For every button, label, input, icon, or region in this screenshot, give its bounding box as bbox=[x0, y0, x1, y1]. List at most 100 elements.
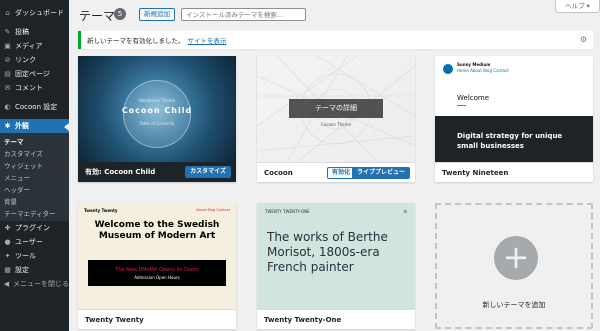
live-preview-button[interactable]: ライブプレビュー bbox=[351, 167, 410, 179]
menu-label: 設定 bbox=[15, 266, 29, 274]
screenshot-heading: Digital strategy for unique small busine… bbox=[457, 132, 563, 150]
view-site-link[interactable]: サイトを表示 bbox=[188, 35, 227, 45]
link-icon: ⊘ bbox=[4, 56, 11, 64]
collapse-menu-button[interactable]: ◀ メニューを閉じる bbox=[0, 277, 69, 291]
comment-icon: ✉ bbox=[4, 84, 11, 92]
theme-name: 有効: Cocoon Child bbox=[85, 168, 156, 176]
submenu-theme-editor[interactable]: テーマエディター bbox=[0, 207, 69, 219]
theme-name: Cocoon bbox=[264, 168, 293, 177]
dashboard-icon: ⌂ bbox=[5, 9, 10, 17]
menu-appearance[interactable]: ✱ 外観 bbox=[0, 119, 69, 133]
menu-label: メディア bbox=[15, 42, 43, 50]
add-new-theme-label: 新しいテーマを追加 bbox=[482, 301, 546, 309]
screenshot-nav: About Blog Contact bbox=[196, 208, 230, 212]
add-new-button[interactable]: 新規追加 bbox=[139, 8, 175, 21]
theme-screenshot[interactable]: TWENTY TWENTY-ONE ☰ The works of Berthe … bbox=[257, 203, 415, 309]
theme-screenshot[interactable]: テーマの詳細 Cocoon Theme bbox=[257, 56, 415, 162]
menu-label: メニューを閉じる bbox=[13, 280, 69, 288]
menu-dashboard[interactable]: ⌂ ダッシュボード bbox=[0, 6, 69, 20]
menu-label: ダッシュボード bbox=[15, 9, 64, 17]
screenshot-subtitle: Table of Contents bbox=[139, 121, 175, 126]
theme-count-badge: 5 bbox=[114, 8, 126, 20]
pin-icon: ✎ bbox=[4, 28, 11, 36]
theme-card-twenty-nineteen[interactable]: Sunny Medium Home About Blog Contact Wel… bbox=[435, 56, 593, 182]
screenshot-label: Wordpress Theme bbox=[138, 98, 176, 103]
submenu-header[interactable]: ヘッダー bbox=[0, 183, 69, 195]
menu-label: 外観 bbox=[15, 122, 29, 130]
plus-icon: + bbox=[494, 236, 538, 280]
screenshot-welcome: Welcome bbox=[457, 94, 490, 102]
theme-details-button[interactable]: テーマの詳細 bbox=[289, 99, 383, 118]
screenshot-band-subtitle: Admission Open Hours bbox=[134, 275, 180, 280]
page-icon: ▤ bbox=[4, 70, 11, 78]
screenshot-rule bbox=[457, 105, 466, 106]
menu-label: ユーザー bbox=[15, 238, 43, 246]
submenu-themes[interactable]: テーマ bbox=[0, 135, 69, 147]
activate-button[interactable]: 有効化 bbox=[326, 167, 355, 179]
menu-label: プラグイン bbox=[15, 224, 50, 232]
menu-pages[interactable]: ▤ 固定ページ bbox=[0, 67, 69, 81]
screenshot-site-title: Twenty Twenty bbox=[84, 208, 118, 213]
theme-screenshot[interactable]: Wordpress Theme Cocoon Child Table of Co… bbox=[78, 56, 236, 162]
menu-comments[interactable]: ✉ コメント bbox=[0, 81, 69, 95]
menu-label: リンク bbox=[15, 56, 36, 64]
menu-label: コメント bbox=[15, 84, 43, 92]
screenshot-dark-band bbox=[88, 260, 226, 286]
menu-links[interactable]: ⊘ リンク bbox=[0, 53, 69, 67]
menu-media[interactable]: ▣ メディア bbox=[0, 39, 69, 53]
submenu-widgets[interactable]: ウィジェット bbox=[0, 159, 69, 171]
theme-card-cocoon[interactable]: テーマの詳細 Cocoon Theme Cocoon 有効化 ライブプレビュー bbox=[257, 56, 415, 182]
page-title: テーマ bbox=[79, 9, 116, 23]
settings-icon: ▦ bbox=[4, 266, 11, 274]
menu-label: Cocoon 設定 bbox=[15, 103, 58, 111]
screenshot-site-title: TWENTY TWENTY-ONE bbox=[265, 209, 310, 214]
submenu-customize[interactable]: カスタマイズ bbox=[0, 147, 69, 159]
screenshot-subtitle: Cocoon Theme bbox=[321, 122, 351, 127]
help-tab-button[interactable]: ヘルプ ▾ bbox=[555, 0, 600, 13]
theme-name: Twenty Twenty bbox=[85, 315, 144, 324]
admin-sidebar: ⌂ ダッシュボード ✎ 投稿 ▣ メディア ⊘ リンク ▤ 固定ページ ✉ コメント ◐ Co… bbox=[0, 0, 69, 331]
screenshot-background bbox=[78, 203, 236, 309]
theme-name: Twenty Nineteen bbox=[442, 168, 509, 177]
theme-card-cocoon-child[interactable]: Wordpress Theme Cocoon Child Table of Co… bbox=[78, 56, 236, 182]
plugin-icon: ✚ bbox=[4, 224, 11, 232]
theme-screenshot[interactable]: Twenty Twenty About Blog Contact Welcome… bbox=[78, 203, 236, 309]
screenshot-nav: Home About Blog Contact bbox=[457, 68, 509, 73]
theme-name: Twenty Twenty-One bbox=[264, 315, 342, 324]
theme-name-bar: 有効: Cocoon Child カスタマイズ bbox=[78, 162, 236, 182]
screenshot-title: Cocoon Child bbox=[121, 106, 193, 115]
theme-name-bar: Twenty Nineteen bbox=[435, 162, 593, 182]
theme-name-bar: Twenty Twenty-One bbox=[257, 309, 415, 329]
page-header: テーマ 5 新規追加 ヘルプ ▾ bbox=[69, 0, 600, 28]
menu-tools[interactable]: ✦ ツール bbox=[0, 249, 69, 263]
add-new-theme-card[interactable]: + 新しいテーマを追加 bbox=[435, 203, 593, 329]
menu-cocoon-settings[interactable]: ◐ Cocoon 設定 bbox=[0, 100, 69, 114]
screenshot-band-title: The New UMoMA Opens its Doors bbox=[115, 267, 199, 273]
appearance-submenu: テーマ カスタマイズ ウィジェット メニュー ヘッダー 背景 テーマエディター bbox=[0, 133, 69, 221]
success-notice: 新しいテーマを有効化しました。 サイトを表示 ⚙ bbox=[78, 31, 593, 49]
submenu-background[interactable]: 背景 bbox=[0, 195, 69, 207]
customize-button[interactable]: カスタマイズ bbox=[185, 166, 231, 178]
wp-admin-themes-page: ⌂ ダッシュボード ✎ 投稿 ▣ メディア ⊘ リンク ▤ 固定ページ ✉ コメント ◐ Co… bbox=[0, 0, 600, 331]
theme-name-bar: Twenty Twenty bbox=[78, 309, 236, 329]
theme-card-twenty-twenty[interactable]: Twenty Twenty About Blog Contact Welcome… bbox=[78, 203, 236, 329]
menu-label: 固定ページ bbox=[15, 70, 50, 78]
menu-settings[interactable]: ▦ 設定 bbox=[0, 263, 69, 277]
menu-label: ツール bbox=[15, 252, 36, 260]
menu-users[interactable]: ● ユーザー bbox=[0, 235, 69, 249]
brush-icon: ✱ bbox=[4, 122, 11, 130]
user-icon: ● bbox=[4, 238, 11, 246]
theme-screenshot[interactable]: Sunny Medium Home About Blog Contact Wel… bbox=[435, 56, 593, 162]
menu-label: 投稿 bbox=[15, 28, 29, 36]
theme-search-input[interactable] bbox=[181, 8, 306, 21]
media-icon: ▣ bbox=[4, 42, 11, 50]
screenshot-site-title: Sunny Medium bbox=[457, 62, 491, 67]
menu-plugins[interactable]: ✚ プラグイン bbox=[0, 221, 69, 235]
menu-posts[interactable]: ✎ 投稿 bbox=[0, 25, 69, 39]
theme-name-bar: Cocoon 有効化 ライブプレビュー bbox=[257, 162, 415, 182]
theme-card-twenty-twenty-one[interactable]: TWENTY TWENTY-ONE ☰ The works of Berthe … bbox=[257, 203, 415, 329]
wrench-icon: ✦ bbox=[4, 252, 11, 260]
submenu-menus[interactable]: メニュー bbox=[0, 171, 69, 183]
dismiss-icon[interactable]: ⚙ bbox=[580, 35, 587, 44]
site-logo bbox=[443, 64, 453, 74]
